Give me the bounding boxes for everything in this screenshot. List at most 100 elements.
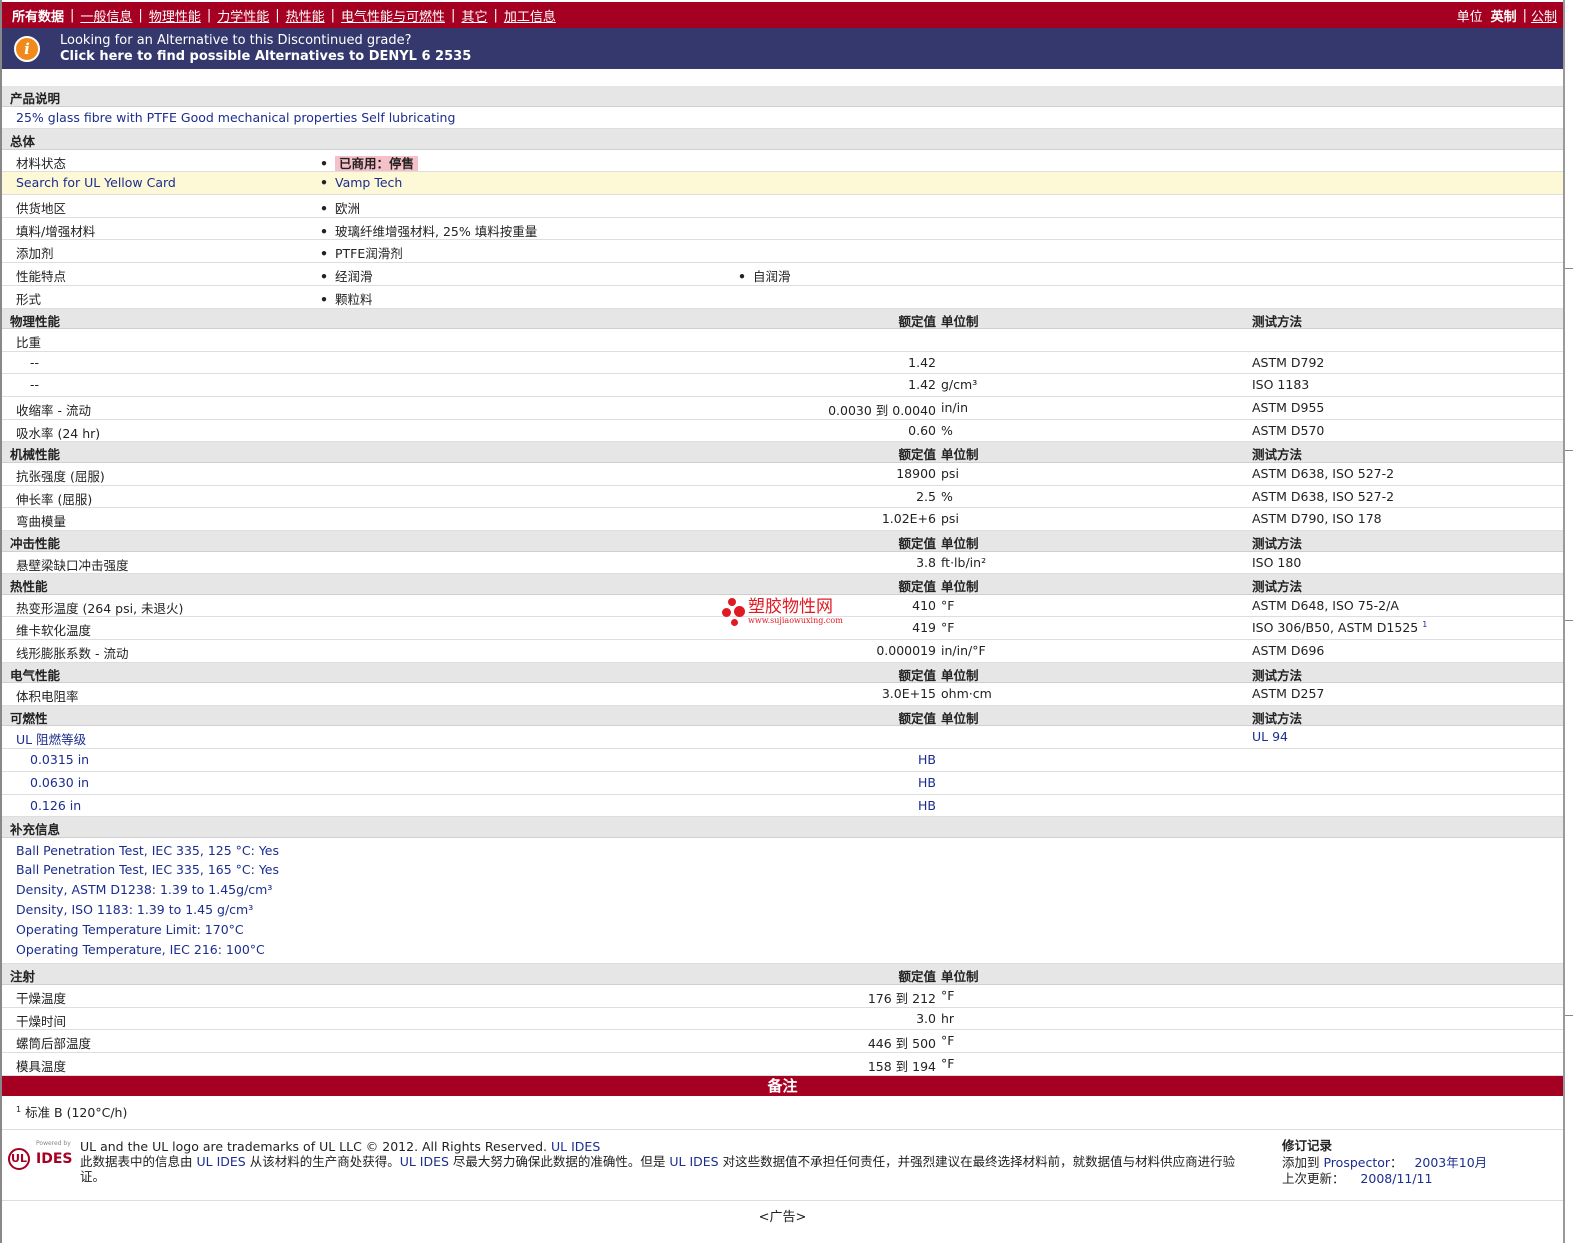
table-row: 抗张强度 (屈服) 18900 psi ASTM D638, ISO 527-2 [2, 463, 1563, 486]
list-item: Operating Temperature Limit: 170°C [16, 921, 244, 937]
table-row: 材料状态 • 已商用：停售 [2, 150, 1563, 173]
row-value: • 自润滑 [738, 269, 791, 285]
alternative-banner[interactable]: i Looking for an Alternative to this Dis… [2, 28, 1563, 69]
row-label: 供货地区 [16, 201, 67, 217]
row-value: • 颗粒料 [320, 291, 373, 307]
table-row: 吸水率 (24 hr) 0.60 % ASTM D570 [2, 420, 1563, 443]
footnote-ref[interactable]: 1 [1422, 620, 1427, 629]
section-thermal: 热性能 额定值 单位制 测试方法 [2, 574, 1563, 595]
description-text: 25% glass fibre with PTFE Good mechanica… [16, 109, 456, 125]
notes-header: 备注 [2, 1075, 1563, 1096]
divider [2, 1200, 1563, 1201]
description-row: 25% glass fibre with PTFE Good mechanica… [2, 107, 1563, 130]
table-row: 体积电阻率 3.0E+15 ohm·cm ASTM D257 [2, 683, 1563, 706]
section-title: 总体 [10, 134, 36, 150]
section-description: 产品说明 [2, 86, 1563, 107]
nav-processing[interactable]: 加工信息 [498, 6, 562, 25]
table-row: 供货地区 • 欧洲 [2, 195, 1563, 218]
watermark-logo: 塑胶物性网 www.sujiaowuxing.com [722, 598, 843, 628]
list-item: Operating Temperature, IEC 216: 100°C [16, 941, 265, 957]
footnote-number: 1 [16, 1104, 22, 1114]
table-row: -- 1.42 ASTM D792 [2, 352, 1563, 375]
table-row: 0.0315 in HB [2, 749, 1563, 772]
header-value: 额定值 [898, 313, 936, 329]
ul-ides-link[interactable]: UL IDES [551, 1139, 600, 1154]
updated-date: 2008/11/11 [1360, 1171, 1433, 1186]
section-title: 补充信息 [10, 822, 61, 838]
ul-yellow-card-link[interactable]: Search for UL Yellow Card [16, 175, 176, 190]
watermark-dots-icon [722, 598, 748, 628]
table-row: 模具温度 158 到 194 °F [2, 1053, 1563, 1076]
table-row-highlight: Search for UL Yellow Card • Vamp Tech [2, 172, 1563, 196]
watermark-url: www.sujiaowuxing.com [748, 616, 843, 625]
supplier-link[interactable]: Vamp Tech [335, 175, 402, 190]
list-item: Density, ISO 1183: 1.39 to 1.45 g/cm³ [16, 902, 254, 918]
info-icon: i [14, 35, 40, 62]
row-value: • 欧洲 [320, 201, 361, 217]
section-title: 机械性能 [10, 447, 61, 463]
table-row: 0.126 in HB [2, 795, 1563, 818]
footer: Powered by UL IDES UL and the UL logo ar… [2, 1132, 1563, 1192]
row-label: 材料状态 [16, 155, 67, 171]
nav-physical[interactable]: 物理性能 [143, 6, 207, 25]
table-row: 弯曲模量 1.02E+6 psi ASTM D790, ISO 178 [2, 508, 1563, 531]
section-flammability: 可燃性 额定值 单位制 测试方法 [2, 705, 1563, 727]
section-title: 产品说明 [10, 91, 61, 106]
supplemental-list: Ball Penetration Test, IEC 335, 125 °C: … [2, 838, 1563, 965]
section-title: 物理性能 [10, 313, 61, 329]
nav-electrical-flammability[interactable]: 电气性能与可燃性 [335, 6, 451, 25]
section-injection: 注射 额定值 单位制 [2, 964, 1563, 985]
row-value: • PTFE润滑剂 [320, 246, 403, 262]
nav-general-info[interactable]: 一般信息 [74, 6, 138, 25]
table-row: 悬壁梁缺口冲击强度 3.8 ft·lb/in² ISO 180 [2, 552, 1563, 575]
table-row: 螺筒后部温度 446 到 500 °F [2, 1030, 1563, 1054]
row-value: • Vamp Tech [320, 175, 403, 191]
section-impact: 冲击性能 额定值 单位制 测试方法 [2, 531, 1563, 552]
section-mechanical: 机械性能 额定值 单位制 测试方法 [2, 442, 1563, 463]
list-item: Density, ASTM D1238: 1.39 to 1.45g/cm³ [16, 882, 273, 898]
banner-link[interactable]: Click here to find possible Alternatives… [60, 49, 471, 65]
ad-placeholder: <广告> [758, 1210, 807, 1225]
added-date: 2003年10月 [1414, 1154, 1488, 1170]
status-badge: 已商用：停售 [335, 155, 419, 171]
section-electrical: 电气性能 额定值 单位制 测试方法 [2, 662, 1563, 684]
table-row: 收缩率 - 流动 0.0030 到 0.0040 in/in ASTM D955 [2, 397, 1563, 420]
table-row: 比重 [2, 329, 1563, 352]
nav-all-data[interactable]: 所有数据 [2, 6, 70, 25]
row-value: • 经润滑 [320, 269, 373, 285]
table-row: 填料/增强材料 • 玻璃纤维增强材料, 25% 填料按重量 [2, 218, 1563, 241]
section-title: 电气性能 [10, 667, 61, 683]
table-row: 0.0630 in HB [2, 772, 1563, 795]
ul-ides-logo: Powered by UL IDES [6, 1140, 76, 1172]
footnote: 1 标准 B (120°C/h) [2, 1096, 1563, 1130]
table-row: 干燥温度 176 到 212 °F [2, 985, 1563, 1008]
table-row: 性能特点 • 经润滑 • 自润滑 [2, 263, 1563, 286]
table-row: 伸长率 (屈服) 2.5 % ASTM D638, ISO 527-2 [2, 486, 1563, 509]
table-row: -- 1.42 g/cm³ ISO 1183 [2, 374, 1563, 398]
table-row: 线形膨胀系数 - 流动 0.000019 in/in/°F ASTM D696 [2, 640, 1563, 663]
section-general: 总体 [2, 129, 1563, 150]
table-row: 干燥时间 3.0 hr [2, 1008, 1563, 1031]
row-label: 性能特点 [16, 269, 67, 285]
footnote-text: 标准 B (120°C/h) [25, 1104, 128, 1120]
nav-mechanical[interactable]: 力学性能 [211, 6, 275, 25]
row-label: 形式 [16, 291, 42, 307]
list-item: Ball Penetration Test, IEC 335, 125 °C: … [16, 842, 279, 858]
section-title: 热性能 [10, 579, 48, 595]
units-label: 单位 [1456, 9, 1483, 25]
table-row: 添加剂 • PTFE润滑剂 [2, 240, 1563, 264]
row-value: • 已商用：停售 [320, 153, 419, 172]
table-row: UL 阻燃等级 UL 94 [2, 726, 1563, 750]
units-metric-link[interactable]: 公制 [1527, 6, 1557, 25]
section-title: 冲击性能 [10, 536, 61, 551]
header-test: 测试方法 [1252, 313, 1303, 329]
nav-other[interactable]: 其它 [455, 6, 493, 25]
list-item: Ball Penetration Test, IEC 335, 165 °C: … [16, 862, 279, 878]
section-title: 注射 [10, 969, 36, 985]
revision-history: 修订记录 添加到 Prospector： 2003年10月 上次更新： 2008… [1282, 1138, 1488, 1186]
vertical-scrollbar[interactable] [1565, 0, 1587, 1243]
section-title: 可燃性 [10, 710, 48, 726]
row-label: 填料/增强材料 [16, 223, 96, 239]
nav-thermal[interactable]: 热性能 [280, 6, 331, 25]
header-unit: 单位制 [941, 313, 979, 329]
